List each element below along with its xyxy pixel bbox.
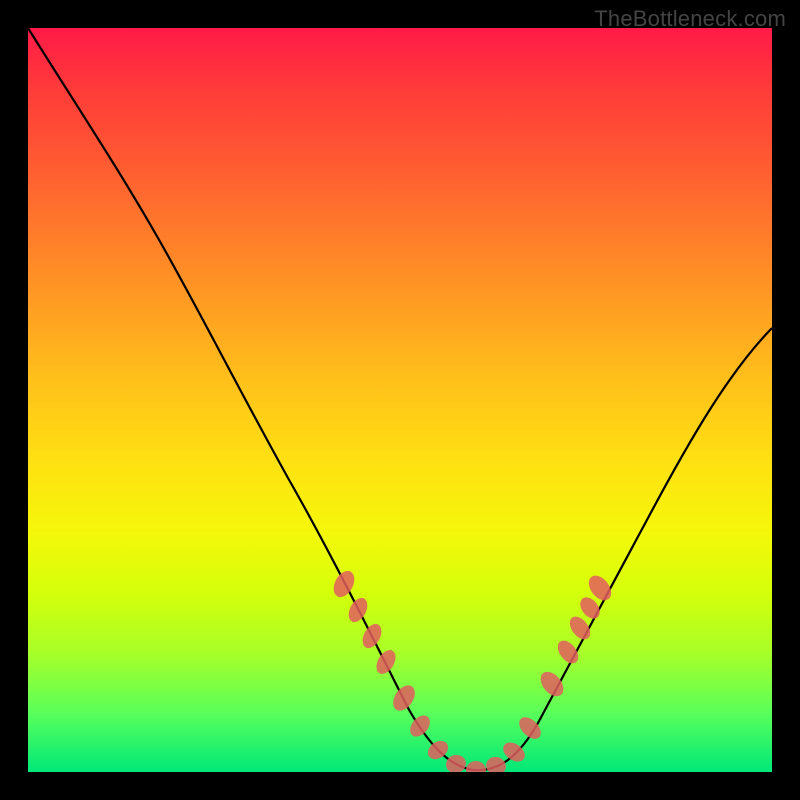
watermark-text: TheBottleneck.com (594, 6, 786, 32)
chart-plot-area (28, 28, 772, 772)
main-curve (28, 28, 772, 770)
chart-svg (28, 28, 772, 772)
highlight-dots-group (329, 567, 615, 772)
